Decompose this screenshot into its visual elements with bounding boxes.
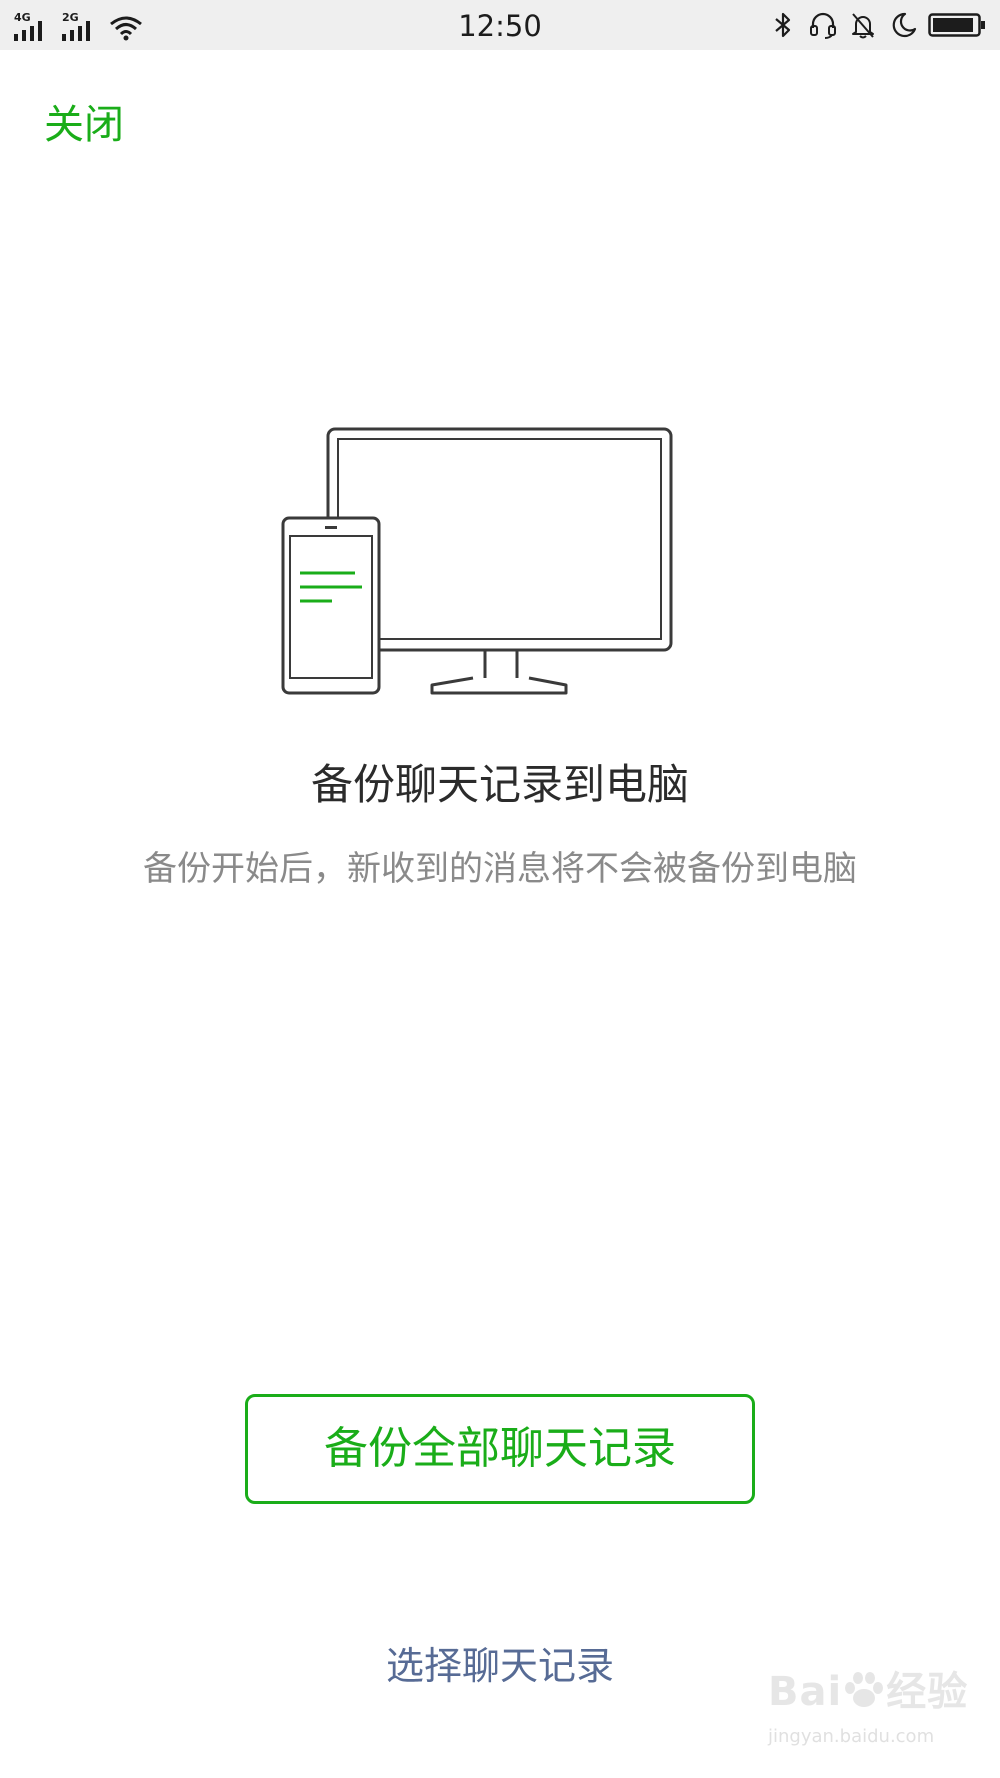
backup-all-button[interactable]: 备份全部聊天记录 [245, 1394, 755, 1504]
status-right [768, 8, 986, 42]
paw-icon [845, 1672, 884, 1707]
bluetooth-icon [775, 12, 791, 38]
page-subtitle: 备份开始后，新收到的消息将不会被备份到电脑 [143, 849, 857, 889]
backup-to-pc-screen: 4G 2G 12:50 关闭 备份聊天记录到电脑 备份开始后，新收到的消息将不会… [0, 0, 1000, 1778]
phone-and-monitor-icon [281, 427, 673, 695]
watermark-brand-text: Bai [768, 1669, 843, 1715]
watermark-brand: Bai 经验 [768, 1668, 968, 1716]
status-bar: 4G 2G 12:50 [0, 0, 1000, 50]
watermark-url: jingyan.baidu.com [768, 1726, 935, 1747]
close-button[interactable]: 关闭 [44, 100, 124, 150]
moon-icon [892, 12, 917, 38]
battery-icon [928, 13, 985, 37]
page-title: 备份聊天记录到电脑 [310, 760, 689, 809]
watermark-brand-suffix: 经验 [886, 1669, 969, 1715]
alarm-off-icon [852, 13, 874, 39]
headset-icon [810, 12, 836, 39]
baidu-jingyan-watermark: Bai 经验 jingyan.baidu.com [762, 1668, 982, 1768]
